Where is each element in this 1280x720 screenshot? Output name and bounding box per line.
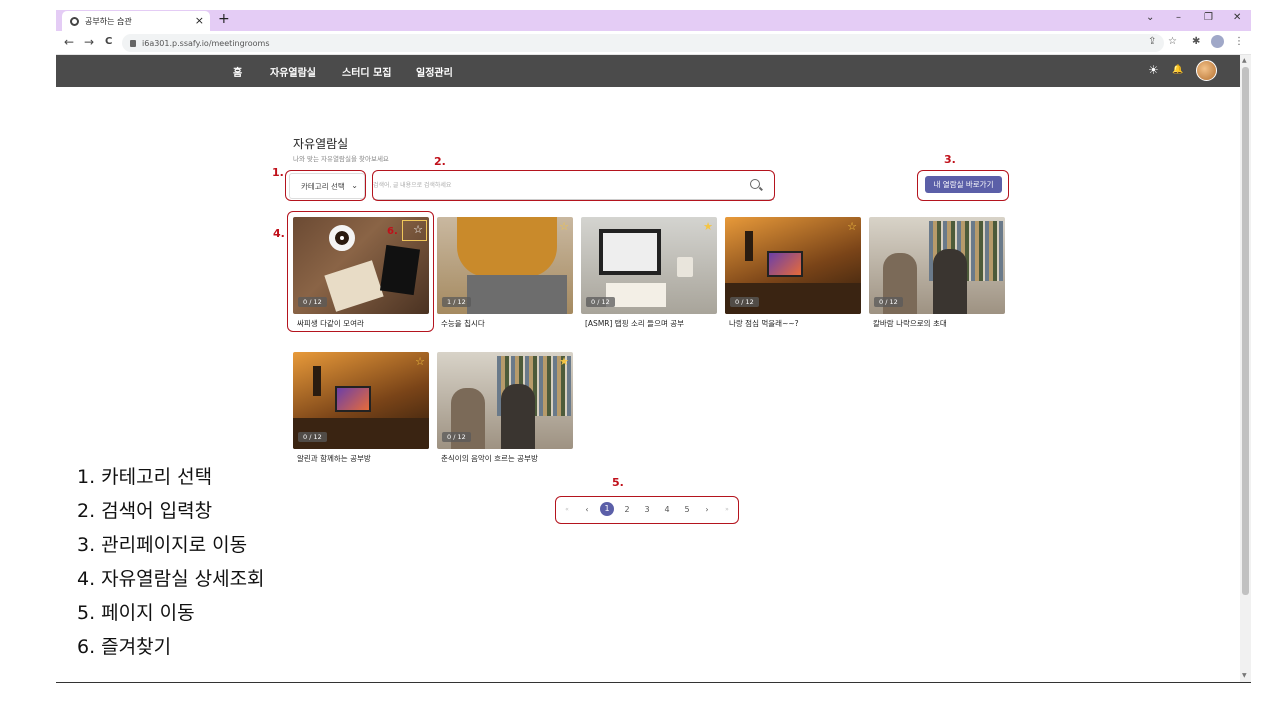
nav-home[interactable]: 홈 <box>233 64 242 79</box>
annotation-marker: 5. <box>612 476 624 489</box>
favorite-star-icon[interactable]: ☆ <box>847 220 857 233</box>
annotation-marker: 2. <box>434 155 446 168</box>
annotation-legend: 1. 카테고리 선택 2. 검색어 입력창 3. 관리페이지로 이동 4. 자유… <box>77 460 265 664</box>
room-thumbnail[interactable]: 0 / 12 <box>581 217 717 314</box>
tab-close-icon[interactable]: × <box>195 14 204 27</box>
room-title[interactable]: 춘식이의 음악이 흐르는 공부방 <box>441 453 538 464</box>
nav-study-recruit[interactable]: 스터디 모집 <box>342 64 391 79</box>
room-title[interactable]: 수능을 칩시다 <box>441 318 485 329</box>
extension-icon[interactable]: ✱ <box>1192 36 1200 47</box>
room-title[interactable]: [ASMR] 탭핑 소리 들으며 공부 <box>585 318 684 329</box>
annotation-marker: 6. <box>387 226 398 237</box>
address-bar: ← → C i6a301.p.ssafy.io/meetingrooms ⇪ ☆… <box>56 31 1251 55</box>
room-occupancy: 0 / 12 <box>298 432 327 442</box>
page-scrollbar[interactable]: ▲ ▼ <box>1240 55 1251 682</box>
browser-tab[interactable]: 공부하는 습관 × <box>62 11 210 31</box>
room-occupancy: 0 / 12 <box>730 297 759 307</box>
page-title: 자유열람실 <box>293 137 349 151</box>
browser-menu-icon[interactable]: ⋮ <box>1234 36 1244 47</box>
annotation-box-category <box>285 170 366 201</box>
nav-schedule[interactable]: 일정관리 <box>416 64 453 79</box>
scroll-up-icon[interactable]: ▲ <box>1242 57 1247 64</box>
window-close-icon[interactable]: ✕ <box>1233 12 1241 23</box>
theme-toggle-icon[interactable]: ☀ <box>1148 63 1159 77</box>
room-title[interactable]: 알린과 함께하는 공부방 <box>297 453 371 464</box>
room-occupancy: 0 / 12 <box>586 297 615 307</box>
legend-item: 5. 페이지 이동 <box>77 602 195 624</box>
room-thumbnail[interactable]: 0 / 12 <box>725 217 861 314</box>
globe-icon <box>70 16 79 26</box>
bookmark-icon[interactable]: ☆ <box>1168 36 1177 47</box>
annotation-box-my-room <box>917 170 1009 201</box>
annotation-box-favorite <box>402 220 427 241</box>
url-text: i6a301.p.ssafy.io/meetingrooms <box>142 38 270 48</box>
annotation-marker: 1. <box>272 166 284 179</box>
minimize-icon[interactable]: – <box>1176 12 1181 23</box>
lock-icon <box>130 39 136 47</box>
new-tab-icon[interactable]: + <box>218 11 230 27</box>
reload-icon[interactable]: C <box>105 36 112 47</box>
scrollbar-thumb[interactable] <box>1242 67 1249 595</box>
forward-icon[interactable]: → <box>84 35 94 49</box>
divider <box>56 682 1251 683</box>
annotation-marker: 4. <box>273 227 285 240</box>
favorite-star-icon[interactable]: ★ <box>559 355 569 368</box>
room-occupancy: 0 / 12 <box>874 297 903 307</box>
legend-item: 1. 카테고리 선택 <box>77 466 213 488</box>
profile-avatar[interactable] <box>1211 35 1224 48</box>
user-avatar[interactable] <box>1196 60 1217 81</box>
tab-bar: 공부하는 습관 × + ⌄ – ❐ ✕ <box>56 10 1251 31</box>
legend-item: 2. 검색어 입력창 <box>77 500 213 522</box>
legend-item: 3. 관리페이지로 이동 <box>77 534 248 556</box>
annotation-marker: 3. <box>944 153 956 166</box>
annotation-box-search <box>372 170 775 201</box>
favorite-star-icon[interactable]: ☆ <box>559 220 569 233</box>
restore-icon[interactable]: ❐ <box>1204 12 1213 23</box>
room-thumbnail[interactable]: 0 / 12 <box>869 217 1005 314</box>
legend-item: 6. 즐겨찾기 <box>77 636 172 658</box>
nav-study-room[interactable]: 자유열람실 <box>270 64 316 79</box>
room-title[interactable]: 칼바람 나락으로의 초대 <box>873 318 947 329</box>
room-occupancy: 1 / 12 <box>442 297 471 307</box>
scroll-down-icon[interactable]: ▼ <box>1242 672 1247 679</box>
legend-item: 4. 자유열람실 상세조회 <box>77 568 265 590</box>
room-thumbnail[interactable]: 1 / 12 <box>437 217 573 314</box>
favorite-star-icon[interactable]: ★ <box>703 220 713 233</box>
room-thumbnail[interactable]: 0 / 12 <box>293 352 429 449</box>
tab-title: 공부하는 습관 <box>85 16 132 26</box>
room-title[interactable]: 나랑 점심 먹을래~~? <box>729 318 799 329</box>
app-navbar: 홈 자유열람실 스터디 모집 일정관리 ☀ 🔔 <box>56 55 1240 87</box>
url-field[interactable]: i6a301.p.ssafy.io/meetingrooms <box>122 34 1164 52</box>
room-occupancy: 0 / 12 <box>442 432 471 442</box>
favorite-star-icon[interactable]: ☆ <box>415 355 425 368</box>
page-subtitle: 나와 맞는 자유열람실을 찾아보세요 <box>293 155 389 163</box>
share-icon[interactable]: ⇪ <box>1148 36 1156 47</box>
annotation-box-pagination <box>555 496 739 524</box>
back-icon[interactable]: ← <box>64 35 74 49</box>
tab-search-icon[interactable]: ⌄ <box>1146 12 1154 23</box>
bell-icon[interactable]: 🔔 <box>1172 65 1183 75</box>
room-thumbnail[interactable]: 0 / 12 <box>437 352 573 449</box>
